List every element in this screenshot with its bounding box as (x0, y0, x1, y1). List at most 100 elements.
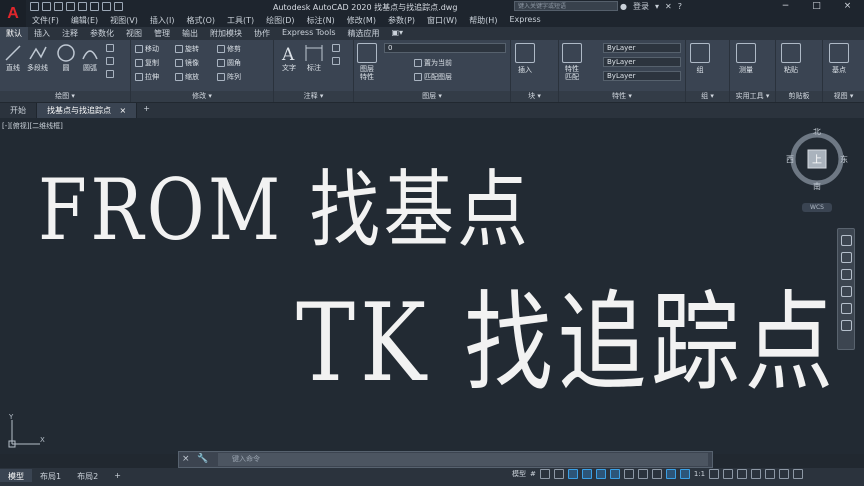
add-layout-button[interactable]: + (106, 469, 129, 482)
utilities-panel-title[interactable]: 实用工具 ▾ (730, 91, 775, 102)
isodraft-icon[interactable] (581, 469, 592, 479)
menu-help[interactable]: 帮助(H) (463, 13, 503, 27)
circle-button[interactable]: 圆 (56, 43, 76, 73)
menu-window[interactable]: 窗口(W) (421, 13, 463, 27)
trim-button[interactable]: 修剪 (217, 44, 241, 54)
customize-status-icon[interactable] (793, 469, 804, 479)
menu-express[interactable]: Express (503, 13, 546, 27)
model-space-toggle[interactable]: 模型 (512, 469, 526, 479)
object-snap-tracking-icon[interactable] (595, 469, 606, 479)
arc-button[interactable]: 圆弧 (80, 43, 100, 73)
layout-tab-model[interactable]: 模型 (0, 469, 32, 482)
menu-insert[interactable]: 插入(I) (144, 13, 181, 27)
block-panel-title[interactable]: 块 ▾ (511, 91, 558, 102)
insert-button[interactable]: 插入 (515, 43, 535, 75)
doc-tab-drawing[interactable]: 找基点与找追踪点 × (37, 103, 138, 118)
zoom-icon[interactable] (840, 269, 852, 280)
wcs-menu-button[interactable]: WCS (802, 203, 832, 212)
layout-tab-2[interactable]: 布局2 (69, 469, 106, 482)
command-input[interactable]: 键入命令 (218, 453, 708, 466)
tab-annotate[interactable]: 注释 (56, 27, 84, 40)
compass-north-label[interactable]: 北 (813, 128, 821, 136)
base-view-button[interactable]: 基点 (829, 43, 849, 75)
grid-icon[interactable]: # (530, 470, 536, 478)
dimension-button[interactable]: 标注 (304, 43, 324, 73)
save-icon[interactable] (54, 2, 63, 11)
linetype-dropdown[interactable]: ByLayer (603, 57, 681, 67)
compass-east-label[interactable]: 东 (840, 154, 848, 164)
match-layer-button[interactable]: 匹配图层 (414, 72, 452, 82)
polyline-button[interactable]: 多段线 (27, 43, 48, 73)
units-icon[interactable] (737, 469, 748, 479)
move-button[interactable]: 移动 (135, 44, 159, 54)
groups-panel-title[interactable]: 组 ▾ (686, 91, 729, 102)
menu-edit[interactable]: 编辑(E) (65, 13, 104, 27)
close-tab-icon[interactable]: × (120, 106, 127, 115)
compass-south-label[interactable]: 南 (813, 181, 821, 190)
annotation-panel-title[interactable]: 注释 ▾ (274, 91, 353, 102)
scale-button[interactable]: 缩放 (175, 72, 199, 82)
new-tab-button[interactable]: + (137, 103, 156, 118)
doc-tab-start[interactable]: 开始 (0, 103, 37, 118)
minimize-button[interactable]: − (770, 0, 801, 13)
annotation-monitor-icon[interactable] (723, 469, 734, 479)
quick-properties-icon[interactable] (751, 469, 762, 479)
lineweight-dropdown[interactable]: ByLayer (603, 71, 681, 81)
modify-panel-title[interactable]: 修改 ▾ (131, 91, 273, 102)
ellipse-button[interactable] (106, 70, 114, 78)
menu-draw[interactable]: 绘图(D) (260, 13, 300, 27)
compass-west-label[interactable]: 西 (786, 155, 794, 164)
maximize-button[interactable]: □ (801, 0, 832, 13)
undo-icon[interactable] (90, 2, 99, 11)
save-as-icon[interactable] (66, 2, 75, 11)
viewport-controls[interactable]: [-][俯视][二维线框] (2, 121, 63, 131)
menu-parametric[interactable]: 参数(P) (382, 13, 421, 27)
command-close-icon[interactable]: × (182, 454, 190, 464)
cart-icon[interactable]: ▾ (655, 2, 659, 11)
view-panel-title[interactable]: 视图 ▾ (823, 91, 864, 102)
stretch-button[interactable]: 拉伸 (135, 72, 159, 82)
auto-scale-icon[interactable] (679, 469, 690, 479)
menu-file[interactable]: 文件(F) (26, 13, 65, 27)
make-current-button[interactable]: 置为当前 (414, 58, 452, 68)
viewcube[interactable]: 上 北 南 东 西 (786, 128, 848, 190)
draw-panel-title[interactable]: 绘图 ▾ (0, 91, 130, 102)
orbit-icon[interactable] (840, 286, 852, 297)
application-menu-button[interactable]: A (0, 0, 26, 28)
menu-modify[interactable]: 修改(M) (341, 13, 382, 27)
lineweight-icon[interactable] (623, 469, 634, 479)
drawing-text-from[interactable]: FROM 找基点 (38, 168, 531, 252)
login-label[interactable]: 登录 (633, 1, 649, 12)
tab-addins[interactable]: 附加模块 (204, 27, 248, 40)
paste-button[interactable]: 粘贴 (781, 43, 801, 75)
rotate-button[interactable]: 旋转 (175, 44, 199, 54)
user-icon[interactable]: ● (620, 2, 627, 11)
drawing-text-tk[interactable]: TK 找追踪点 (296, 290, 838, 398)
text-button[interactable]: A 文字 (279, 43, 299, 73)
annotation-scale-label[interactable]: 1:1 (694, 470, 705, 478)
showmotion-icon[interactable] (840, 303, 852, 314)
search-input[interactable]: 键入关键字或短语 (514, 1, 618, 11)
pan-icon[interactable] (840, 252, 852, 263)
menu-format[interactable]: 格式(O) (180, 13, 221, 27)
polar-icon[interactable] (567, 469, 578, 479)
properties-panel-title[interactable]: 特性 ▾ (559, 91, 685, 102)
table-button[interactable] (332, 57, 340, 65)
fullscreen-icon[interactable] (779, 469, 790, 479)
help-icon[interactable]: ? (678, 2, 682, 11)
ortho-icon[interactable] (553, 469, 564, 479)
tab-home[interactable]: 默认 (0, 27, 28, 40)
leader-button[interactable] (332, 44, 340, 52)
copy-button[interactable]: 复制 (135, 58, 159, 68)
tab-manage[interactable]: 管理 (148, 27, 176, 40)
tab-collaborate[interactable]: 协作 (248, 27, 276, 40)
annotation-visibility-icon[interactable] (665, 469, 676, 479)
steering-wheel-icon[interactable] (840, 235, 852, 246)
tab-view[interactable]: 视图 (120, 27, 148, 40)
color-dropdown[interactable]: ByLayer (603, 43, 681, 53)
new-icon[interactable] (30, 2, 39, 11)
clipboard-panel-title[interactable]: 剪贴板 (776, 91, 822, 102)
ribbon-toggle-button[interactable]: ▣▾ (386, 27, 410, 40)
hatch-button[interactable] (106, 57, 114, 65)
navbar-menu-icon[interactable] (840, 320, 852, 331)
